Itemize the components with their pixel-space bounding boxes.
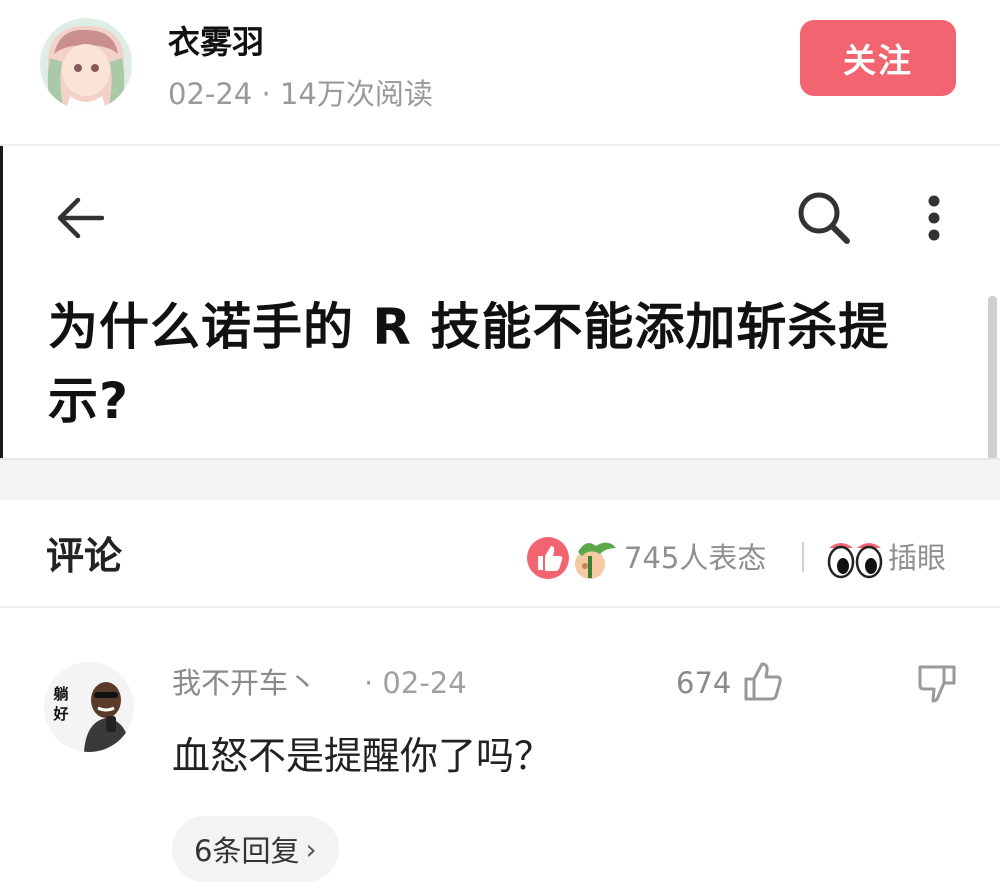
eyes-label[interactable]: 插眼 [888,538,946,578]
dislike-button[interactable] [914,660,960,710]
post-title: 为什么诺手的 R 技能不能添加斩杀提示? [48,298,890,430]
author-meta: 02-24 · 14万次阅读 [168,76,433,112]
scrollbar [988,296,997,460]
back-button[interactable] [50,188,110,248]
anime-avatar-image [40,18,132,110]
arrow-left-icon [57,197,104,239]
eyes-button[interactable] [826,534,884,582]
thumbs-down-icon [918,665,956,703]
reaction-count[interactable]: 745人表态 [624,538,766,578]
avatar-caption: 躺好 [53,685,69,723]
like-button[interactable] [740,656,786,706]
section-gap [0,460,1000,500]
follow-button[interactable]: 关注 [800,20,956,96]
like-reaction-icon [527,537,616,579]
author-avatar[interactable] [40,18,132,110]
more-vertical-icon [928,195,940,241]
read-count: 14万次阅读 [279,77,433,111]
search-button[interactable] [792,186,856,250]
like-count: 674 [676,666,732,700]
replies-button[interactable]: 6条回复 › [172,816,339,882]
commenter-name[interactable]: 我不开车丶 [172,664,317,702]
search-icon [798,192,850,244]
meta-dot: · [252,77,280,111]
commenter-avatar[interactable]: 躺好 [44,662,134,752]
author-name[interactable]: 衣雾羽 [168,22,264,62]
comment-text: 血怒不是提醒你了吗？ [172,734,553,778]
more-button[interactable] [912,186,956,250]
thumbs-up-icon [744,662,782,701]
separator [802,542,804,572]
reaction-icons[interactable] [524,534,620,582]
divider [0,606,1000,608]
chevron-right-icon: › [305,832,317,866]
post-date: 02-24 [168,77,253,111]
replies-label: 6条回复 [194,834,300,868]
comment-date: · 02-24 [364,666,467,700]
comments-title: 评论 [46,534,123,578]
eyes-icon [827,543,883,579]
